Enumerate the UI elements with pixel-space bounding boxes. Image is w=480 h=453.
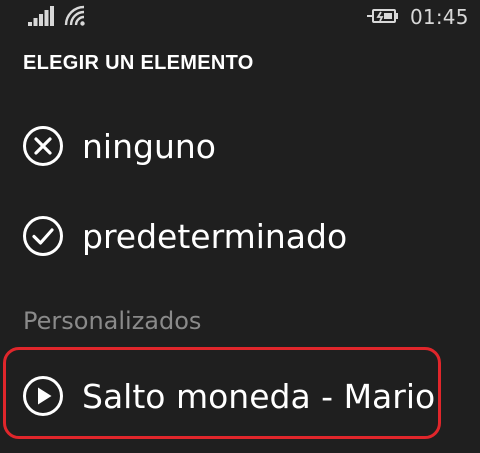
option-none-label: ninguno [82, 126, 216, 166]
ringtone-picker-screen: 01:45 ELEGIR UN ELEMENTO ninguno predete… [0, 0, 480, 453]
play-circle-icon [23, 376, 63, 416]
close-circle-icon [23, 126, 63, 166]
option-default[interactable]: predeterminado [22, 206, 347, 266]
check-circle-icon [23, 216, 63, 256]
page-title: ELEGIR UN ELEMENTO [23, 52, 254, 74]
custom-ringtone-item[interactable]: Salto moneda - Mario [22, 366, 435, 426]
status-bar: 01:45 [0, 0, 480, 36]
custom-ringtone-label: Salto moneda - Mario [82, 376, 436, 416]
signal-icon [28, 6, 54, 26]
section-custom-label: Personalizados [23, 307, 202, 335]
status-clock: 01:45 [410, 5, 469, 29]
option-none[interactable]: ninguno [22, 116, 216, 176]
wifi-icon [64, 5, 85, 26]
option-default-label: predeterminado [82, 216, 348, 256]
battery-charging-icon [367, 9, 398, 23]
